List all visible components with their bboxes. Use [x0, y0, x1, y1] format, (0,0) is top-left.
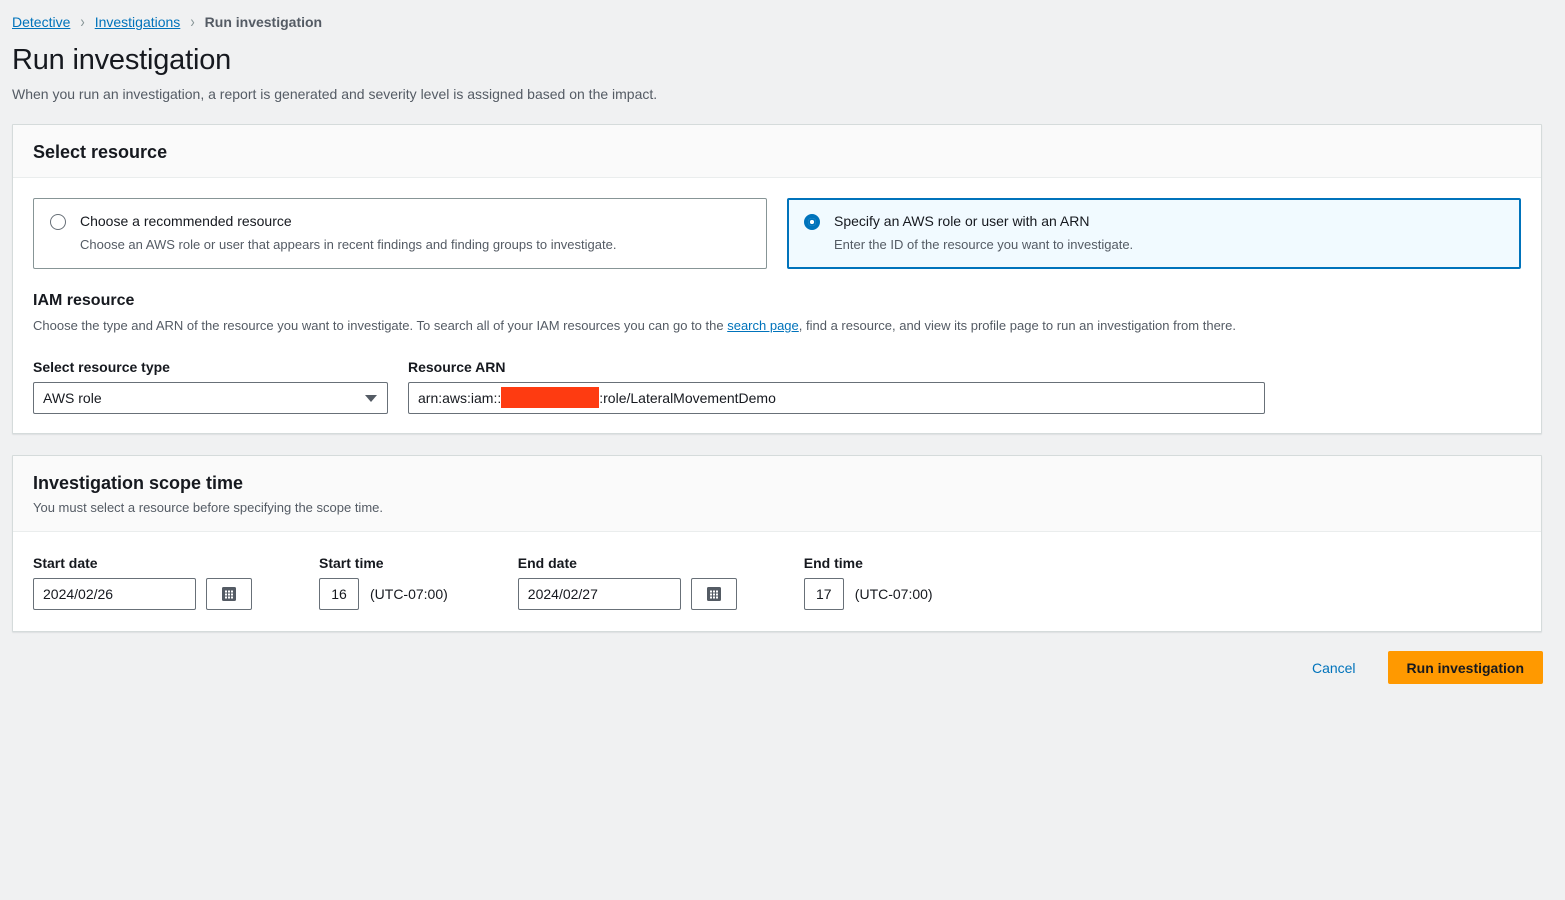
end-time-field-group: End time 17: [804, 554, 844, 610]
iam-resource-title: IAM resource: [33, 291, 1521, 311]
start-time-label: Start time: [319, 554, 359, 572]
radio-option-specify-arn[interactable]: Specify an AWS role or user with an ARN …: [787, 198, 1521, 269]
resource-arn-input[interactable]: arn:aws:iam:::role/LateralMovementDemo: [408, 382, 1265, 414]
start-date-value: 2024/02/26: [43, 586, 113, 602]
calendar-icon: [706, 586, 722, 602]
end-time-value: 17: [816, 586, 832, 602]
end-date-calendar-button-group: [681, 554, 737, 610]
breadcrumb-separator-icon: ›: [190, 10, 194, 35]
start-date-calendar-button[interactable]: [206, 578, 252, 610]
end-timezone-group: (UTC-07:00): [844, 554, 933, 610]
resource-arn-field-group: Resource ARN arn:aws:iam:::role/LateralM…: [408, 358, 1265, 414]
radio-option-recommended-resource[interactable]: Choose a recommended resource Choose an …: [33, 198, 767, 269]
resource-type-field-group: Select resource type AWS role: [33, 358, 388, 414]
end-time-input[interactable]: 17: [804, 578, 844, 610]
page-description: When you run an investigation, a report …: [12, 84, 657, 104]
footer-actions: Cancel Run investigation: [1312, 651, 1543, 684]
start-time-value: 16: [331, 586, 347, 602]
start-date-input[interactable]: 2024/02/26: [33, 578, 196, 610]
start-date-calendar-button-group: [196, 554, 252, 610]
start-timezone-label: (UTC-07:00): [370, 578, 448, 610]
investigation-scope-time-card: Investigation scope time You must select…: [12, 455, 1542, 632]
start-time-input[interactable]: 16: [319, 578, 359, 610]
scope-time-title: Investigation scope time: [33, 472, 1521, 494]
radio-option-description: Enter the ID of the resource you want to…: [834, 236, 1133, 254]
resource-option-group: Choose a recommended resource Choose an …: [33, 198, 1521, 269]
end-date-value: 2024/02/27: [528, 586, 598, 602]
resource-arn-suffix: :role/LateralMovementDemo: [599, 390, 776, 406]
radio-option-label: Choose a recommended resource: [80, 213, 292, 229]
iam-resource-description: Choose the type and ARN of the resource …: [33, 317, 1521, 335]
run-investigation-button[interactable]: Run investigation: [1388, 651, 1543, 684]
cancel-button[interactable]: Cancel: [1312, 658, 1356, 678]
start-time-field-group: Start time 16: [319, 554, 359, 610]
search-page-link[interactable]: search page: [727, 318, 799, 333]
start-timezone-group: (UTC-07:00): [359, 554, 448, 610]
start-date-label: Start date: [33, 554, 196, 572]
spacer: [196, 554, 252, 572]
end-date-label: End date: [518, 554, 681, 572]
page-title: Run investigation: [12, 42, 231, 78]
end-date-input[interactable]: 2024/02/27: [518, 578, 681, 610]
breadcrumb-separator-icon: ›: [80, 10, 84, 35]
breadcrumb-item-investigations[interactable]: Investigations: [95, 12, 181, 32]
redacted-account-id: [501, 387, 599, 408]
select-resource-card-body: Choose a recommended resource Choose an …: [13, 178, 1541, 434]
end-date-calendar-button[interactable]: [691, 578, 737, 610]
radio-icon-selected[interactable]: [804, 214, 820, 230]
chevron-down-icon: [365, 395, 377, 402]
breadcrumb-item-run-investigation: Run investigation: [205, 12, 322, 32]
radio-icon-unselected[interactable]: [50, 214, 66, 230]
iam-resource-description-part1: Choose the type and ARN of the resource …: [33, 318, 727, 333]
end-time-label: End time: [804, 554, 844, 572]
end-timezone-label: (UTC-07:00): [855, 578, 933, 610]
breadcrumb: Detective › Investigations › Run investi…: [12, 12, 322, 32]
spacer: [681, 554, 737, 572]
radio-option-label: Specify an AWS role or user with an ARN: [834, 213, 1089, 229]
scope-time-card-header: Investigation scope time You must select…: [13, 456, 1541, 532]
select-resource-card: Select resource Choose a recommended res…: [12, 124, 1542, 434]
resource-arn-label: Resource ARN: [408, 358, 1265, 376]
select-resource-card-header: Select resource: [13, 125, 1541, 178]
scope-time-description: You must select a resource before specif…: [33, 499, 1521, 517]
spacer: [844, 554, 933, 572]
select-resource-title: Select resource: [33, 141, 1521, 163]
resource-type-selected-value: AWS role: [43, 390, 102, 406]
run-investigation-page: Detective › Investigations › Run investi…: [0, 0, 1565, 900]
resource-arn-prefix: arn:aws:iam::: [418, 390, 501, 406]
scope-time-card-body: Start date 2024/02/26: [13, 532, 1541, 630]
start-date-field-group: Start date 2024/02/26: [33, 554, 196, 610]
spacer: [359, 554, 448, 572]
iam-resource-description-part2: , find a resource, and view its profile …: [799, 318, 1236, 333]
breadcrumb-item-detective[interactable]: Detective: [12, 12, 70, 32]
scope-time-fields: Start date 2024/02/26: [33, 552, 1521, 610]
iam-resource-fields: Select resource type AWS role Resource A…: [33, 358, 1521, 414]
radio-option-description: Choose an AWS role or user that appears …: [80, 236, 616, 254]
resource-type-select[interactable]: AWS role: [33, 382, 388, 414]
end-date-field-group: End date 2024/02/27: [518, 554, 681, 610]
calendar-icon: [221, 586, 237, 602]
resource-type-label: Select resource type: [33, 358, 388, 376]
